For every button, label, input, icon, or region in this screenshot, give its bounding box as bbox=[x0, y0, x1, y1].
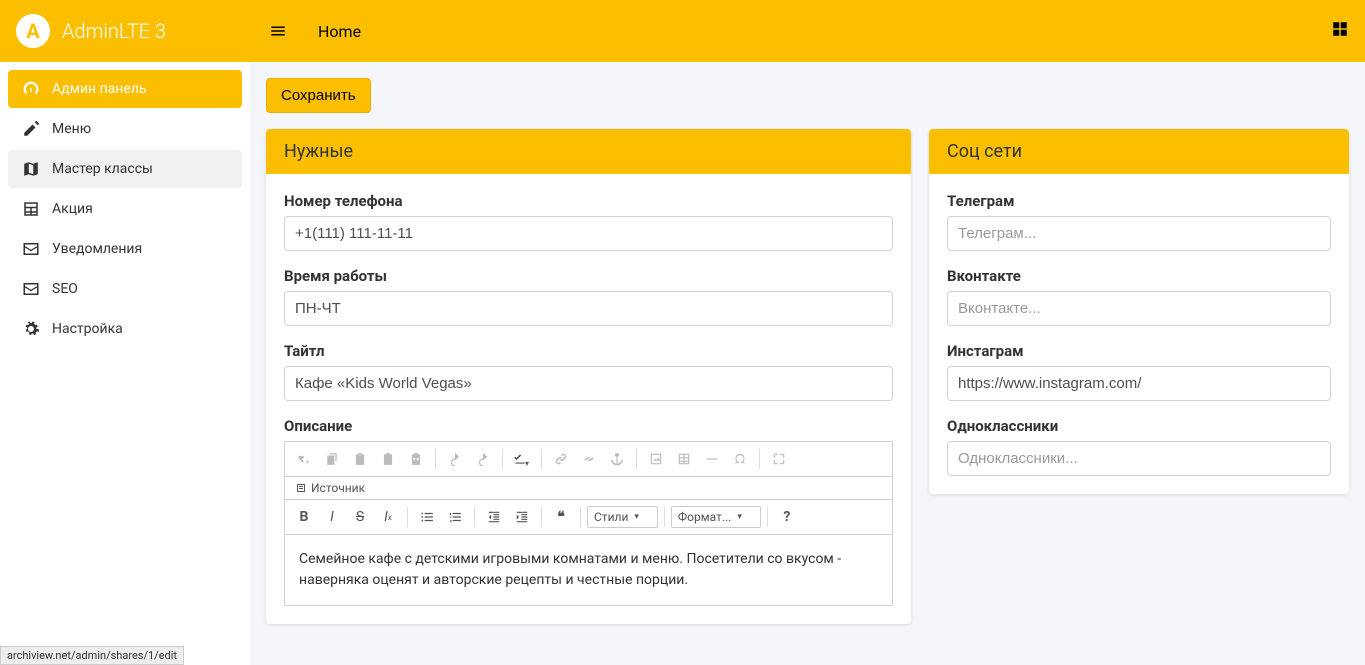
sidebar-item-label: SEO bbox=[52, 281, 78, 297]
ig-label: Инстаграм bbox=[947, 342, 1331, 360]
paste-word-icon[interactable] bbox=[403, 446, 429, 472]
undo-icon[interactable] bbox=[442, 446, 468, 472]
ok-label: Одноклассники bbox=[947, 417, 1331, 435]
apps-grid-button[interactable] bbox=[1331, 20, 1349, 42]
bullet-list-icon[interactable] bbox=[414, 504, 440, 530]
indent-icon[interactable] bbox=[509, 504, 535, 530]
phone-label: Номер телефона bbox=[284, 192, 893, 210]
hr-icon[interactable] bbox=[699, 446, 725, 472]
telegram-label: Телеграм bbox=[947, 192, 1331, 210]
topbar: Home bbox=[250, 0, 1365, 62]
menu-toggle-button[interactable] bbox=[266, 19, 290, 43]
maximize-icon[interactable] bbox=[766, 446, 792, 472]
unlink-icon[interactable] bbox=[576, 446, 602, 472]
spellcheck-icon[interactable]: ▾ bbox=[509, 446, 535, 472]
title-label: Тайтл bbox=[284, 342, 893, 360]
cog-icon bbox=[20, 320, 42, 338]
card-social: Соц сети Телеграм Вконтакте Ин bbox=[929, 129, 1349, 494]
rich-editor: ▾ bbox=[284, 441, 893, 606]
paste-text-icon[interactable] bbox=[375, 446, 401, 472]
table-icon bbox=[20, 200, 42, 218]
sidebar-nav: Админ панель Меню Мастер классы Акция Ув… bbox=[0, 62, 250, 358]
table-insert-icon[interactable] bbox=[671, 446, 697, 472]
card-needed-title: Нужные bbox=[266, 129, 911, 174]
editor-content[interactable]: Семейное кафе с детскими игровыми комнат… bbox=[285, 535, 892, 605]
phone-input[interactable] bbox=[284, 216, 893, 251]
sidebar-item-seo[interactable]: SEO bbox=[8, 270, 242, 308]
sidebar-item-label: Акция bbox=[52, 201, 93, 217]
italic-icon[interactable]: I bbox=[319, 504, 345, 530]
vk-input[interactable] bbox=[947, 291, 1331, 326]
sidebar-item-promo[interactable]: Акция bbox=[8, 190, 242, 228]
title-input[interactable] bbox=[284, 366, 893, 401]
sidebar-item-admin-panel[interactable]: Админ панель bbox=[8, 70, 242, 108]
cut-icon[interactable] bbox=[291, 446, 317, 472]
number-list-icon[interactable] bbox=[442, 504, 468, 530]
brand-text: AdminLTE 3 bbox=[62, 19, 166, 43]
desc-label: Описание bbox=[284, 417, 893, 435]
blockquote-icon[interactable]: ❝ bbox=[548, 504, 574, 530]
sidebar-item-label: Настройка bbox=[52, 321, 123, 337]
sidebar-item-menu[interactable]: Меню bbox=[8, 110, 242, 148]
link-icon[interactable] bbox=[548, 446, 574, 472]
sidebar-item-label: Мастер классы bbox=[52, 161, 153, 177]
edit-icon bbox=[20, 120, 42, 138]
envelope-icon bbox=[20, 240, 42, 258]
special-char-icon[interactable] bbox=[727, 446, 753, 472]
image-icon[interactable] bbox=[643, 446, 669, 472]
telegram-input[interactable] bbox=[947, 216, 1331, 251]
sidebar: A AdminLTE 3 Админ панель Меню Мастер кл… bbox=[0, 0, 250, 665]
dashboard-icon bbox=[20, 80, 42, 98]
outdent-icon[interactable] bbox=[481, 504, 507, 530]
styles-select[interactable]: Стили bbox=[587, 506, 658, 528]
ig-input[interactable] bbox=[947, 366, 1331, 401]
copy-icon[interactable] bbox=[319, 446, 345, 472]
sidebar-item-notifications[interactable]: Уведомления bbox=[8, 230, 242, 268]
sidebar-item-master-classes[interactable]: Мастер классы bbox=[8, 150, 242, 188]
source-button[interactable]: Источник bbox=[291, 481, 369, 495]
card-needed: Нужные Номер телефона Время работы bbox=[266, 129, 911, 624]
envelope-icon bbox=[20, 280, 42, 298]
card-social-title: Соц сети bbox=[929, 129, 1349, 174]
sidebar-item-label: Меню bbox=[52, 121, 91, 137]
brand-logo-icon: A bbox=[16, 14, 50, 48]
sidebar-item-label: Админ панель bbox=[52, 81, 146, 97]
home-link[interactable]: Home bbox=[318, 22, 361, 41]
hours-input[interactable] bbox=[284, 291, 893, 326]
anchor-icon[interactable] bbox=[604, 446, 630, 472]
remove-format-icon[interactable]: Ix bbox=[375, 504, 401, 530]
sidebar-item-label: Уведомления bbox=[52, 241, 142, 257]
hours-label: Время работы bbox=[284, 267, 893, 285]
strike-icon[interactable]: S bbox=[347, 504, 373, 530]
statusbar: archiview.net/admin/shares/1/edit bbox=[0, 646, 184, 665]
help-icon[interactable]: ? bbox=[774, 504, 800, 530]
bold-icon[interactable]: B bbox=[291, 504, 317, 530]
sidebar-item-settings[interactable]: Настройка bbox=[8, 310, 242, 348]
ok-input[interactable] bbox=[947, 441, 1331, 476]
brand[interactable]: A AdminLTE 3 bbox=[0, 0, 250, 62]
vk-label: Вконтакте bbox=[947, 267, 1331, 285]
redo-icon[interactable] bbox=[470, 446, 496, 472]
map-icon bbox=[20, 160, 42, 178]
paste-icon[interactable] bbox=[347, 446, 373, 472]
save-button[interactable]: Сохранить bbox=[266, 78, 371, 113]
format-select[interactable]: Формат... bbox=[671, 506, 761, 528]
